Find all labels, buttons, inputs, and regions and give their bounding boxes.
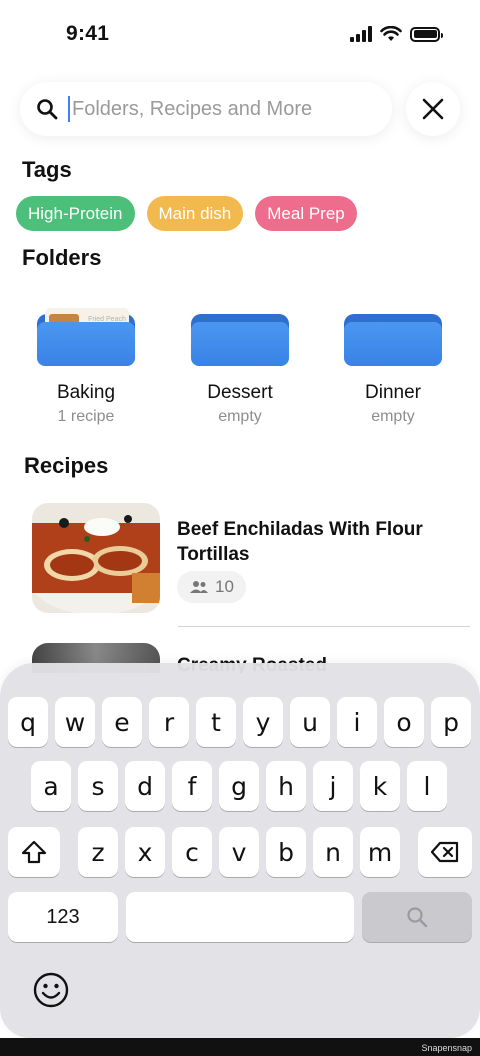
folder-dinner[interactable]: Dinner empty	[333, 308, 453, 426]
tags-list: High-Protein Main dish Meal Prep	[16, 196, 357, 231]
folder-icon	[344, 308, 442, 366]
key-b[interactable]: b	[266, 827, 306, 877]
status-bar: 9:41	[0, 0, 480, 70]
key-x[interactable]: x	[125, 827, 165, 877]
key-e[interactable]: e	[102, 697, 142, 747]
folder-count: empty	[218, 408, 262, 425]
folders-grid: Fried Peach Co... Baking 1 recipe Desser…	[0, 300, 480, 440]
text-cursor	[68, 96, 70, 122]
emoji-icon	[33, 972, 69, 1008]
key-r[interactable]: r	[149, 697, 189, 747]
key-f[interactable]: f	[172, 761, 212, 811]
folder-name: Dinner	[365, 382, 421, 403]
folders-heading: Folders	[22, 245, 102, 270]
search-key[interactable]	[362, 892, 472, 942]
status-time: 9:41	[66, 22, 110, 45]
folder-count: empty	[371, 408, 415, 425]
emoji-button[interactable]	[32, 971, 70, 1009]
watermark: Snapensnap	[421, 1043, 472, 1053]
recipes-heading: Recipes	[24, 453, 109, 478]
tag-meal-prep[interactable]: Meal Prep	[255, 196, 357, 231]
key-g[interactable]: g	[219, 761, 259, 811]
key-s[interactable]: s	[78, 761, 118, 811]
key-p[interactable]: p	[431, 697, 471, 747]
recipe-title: Beef Enchiladas With Flour Tortillas	[177, 519, 423, 565]
search-row	[20, 82, 460, 136]
folder-name: Dessert	[207, 382, 273, 403]
recipe-card[interactable]: Beef Enchiladas With Flour Tortillas 10	[32, 503, 472, 618]
search-icon	[407, 907, 428, 928]
folder-count: 1 recipe	[57, 408, 115, 425]
shift-key[interactable]	[8, 827, 60, 877]
key-t[interactable]: t	[196, 697, 236, 747]
numbers-key[interactable]: 123	[8, 892, 118, 942]
key-w[interactable]: w	[55, 697, 95, 747]
folder-dessert[interactable]: Dessert empty	[180, 308, 300, 426]
signal-icon	[350, 26, 372, 42]
key-k[interactable]: k	[360, 761, 400, 811]
servings-badge: 10	[177, 571, 246, 603]
servings-count: 10	[215, 577, 234, 596]
key-l[interactable]: l	[407, 761, 447, 811]
recipe-divider	[178, 626, 470, 627]
backspace-key[interactable]	[418, 827, 472, 877]
status-icons	[350, 26, 443, 42]
search-icon	[37, 99, 58, 120]
tags-heading: Tags	[22, 157, 72, 182]
key-o[interactable]: o	[384, 697, 424, 747]
key-c[interactable]: c	[172, 827, 212, 877]
key-j[interactable]: j	[313, 761, 353, 811]
folder-baking[interactable]: Fried Peach Co... Baking 1 recipe	[26, 308, 146, 426]
search-input[interactable]	[72, 97, 362, 121]
tag-high-protein[interactable]: High-Protein	[16, 196, 135, 231]
key-v[interactable]: v	[219, 827, 259, 877]
key-a[interactable]: a	[31, 761, 71, 811]
close-icon	[422, 98, 444, 120]
on-screen-keyboard: q w e r t y u i o p a s d f g h j k l z …	[0, 663, 480, 1038]
key-q[interactable]: q	[8, 697, 48, 747]
space-key[interactable]	[126, 892, 354, 942]
backspace-icon	[431, 841, 459, 863]
bottom-bar	[0, 1038, 480, 1056]
search-bar[interactable]	[20, 82, 392, 136]
key-u[interactable]: u	[290, 697, 330, 747]
battery-icon	[410, 26, 443, 42]
shift-icon	[21, 840, 47, 864]
key-y[interactable]: y	[243, 697, 283, 747]
folder-icon	[191, 308, 289, 366]
wifi-icon	[380, 26, 402, 41]
recipe-image	[32, 503, 160, 613]
close-search-button[interactable]	[406, 82, 460, 136]
key-i[interactable]: i	[337, 697, 377, 747]
key-d[interactable]: d	[125, 761, 165, 811]
folder-name: Baking	[56, 382, 116, 403]
people-icon	[190, 581, 208, 593]
key-m[interactable]: m	[360, 827, 400, 877]
key-z[interactable]: z	[78, 827, 118, 877]
folder-icon: Fried Peach Co...	[37, 308, 135, 366]
key-n[interactable]: n	[313, 827, 353, 877]
key-h[interactable]: h	[266, 761, 306, 811]
tag-main-dish[interactable]: Main dish	[146, 196, 244, 231]
